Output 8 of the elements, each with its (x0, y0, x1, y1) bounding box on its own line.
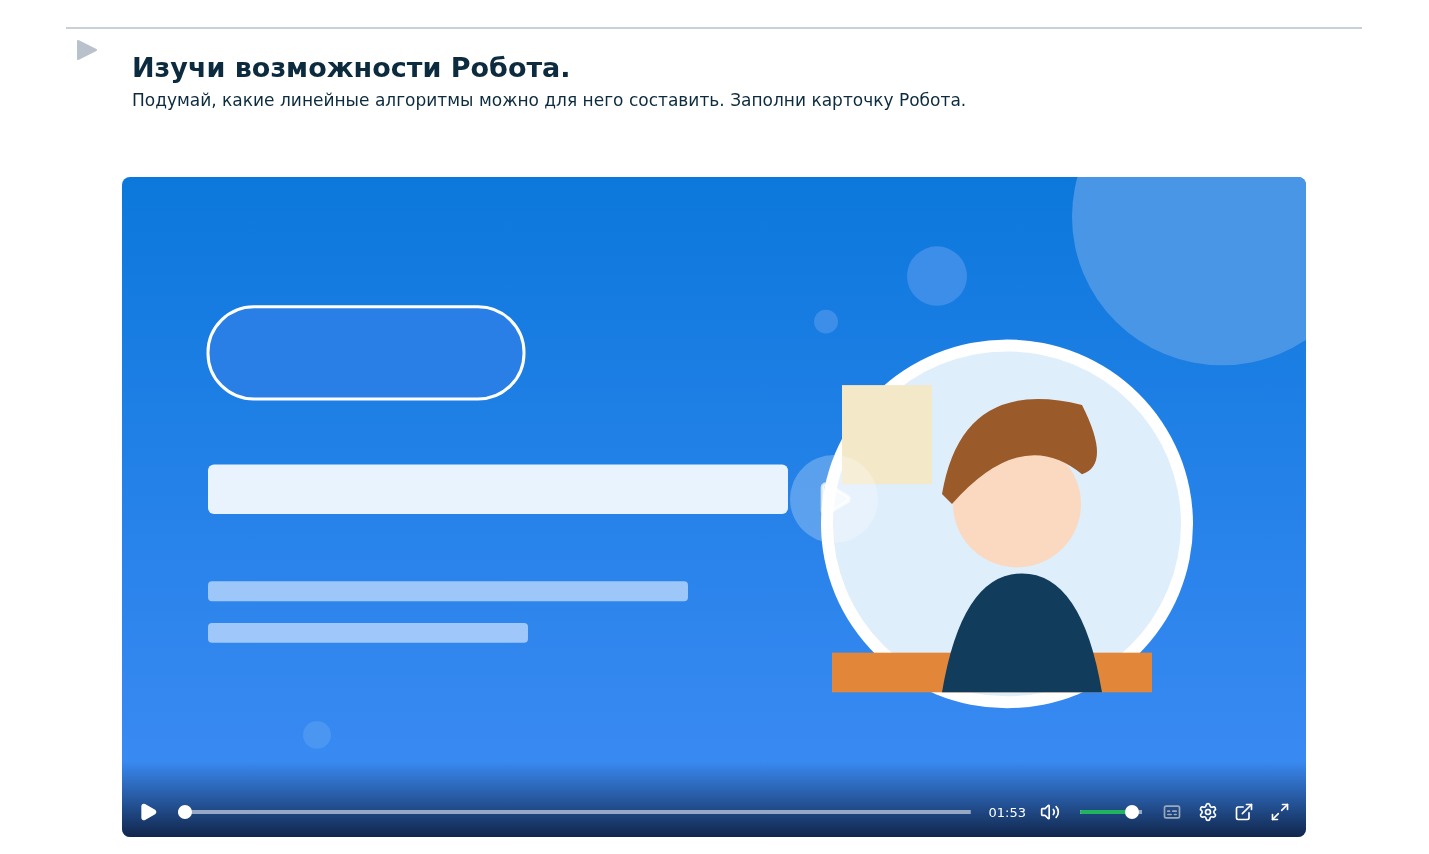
section-title: Изучи возможности Робота. (132, 51, 572, 85)
slider-thumb[interactable] (1125, 805, 1140, 819)
slider-thumb[interactable] (178, 805, 192, 819)
play-icon (76, 39, 98, 61)
section-description: Подумай, какие линейные алгоритмы можно для него составить. Заполни карточку Робота. (132, 89, 967, 111)
video-time: 01:53 (988, 804, 1026, 820)
slider-track[interactable] (1080, 805, 1142, 819)
slider-track[interactable] (178, 805, 971, 819)
